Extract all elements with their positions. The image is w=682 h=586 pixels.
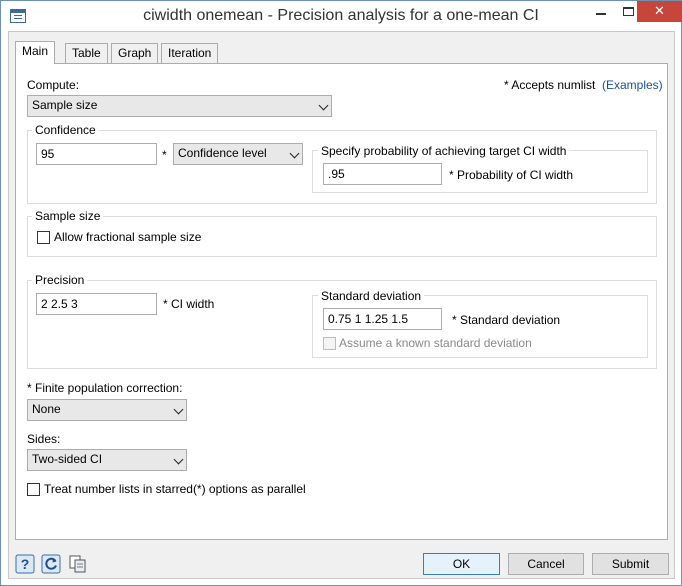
close-button[interactable]: ✕ (637, 1, 682, 22)
chevron-down-icon (173, 454, 184, 465)
tab-main[interactable]: Main (15, 41, 56, 64)
known-sd-label: Assume a known standard deviation (339, 336, 532, 350)
title-bar: ciwidth onemean - Precision analysis for… (1, 1, 682, 31)
compute-select-value: Sample size (32, 98, 98, 112)
close-icon: ✕ (654, 3, 665, 18)
window-title: ciwidth onemean - Precision analysis for… (143, 7, 539, 24)
sides-select[interactable]: Two-sided CI (27, 449, 187, 471)
submit-button[interactable]: Submit (592, 553, 669, 575)
fpc-select[interactable]: None (27, 399, 187, 421)
confidence-level-select-value: Confidence level (178, 146, 267, 160)
confidence-group-title: Confidence (32, 123, 99, 137)
minimize-icon (596, 13, 606, 15)
maximize-icon (623, 7, 634, 16)
fpc-label: * Finite population correction: (27, 381, 183, 395)
fpc-select-value: None (32, 402, 61, 416)
confidence-input[interactable]: 95 (36, 143, 157, 165)
help-icon: ? (15, 554, 35, 574)
dialog-window: ciwidth onemean - Precision analysis for… (0, 0, 682, 586)
probability-group-title: Specify probability of achieving target … (318, 144, 570, 158)
copy-icon (69, 555, 86, 573)
sides-select-value: Two-sided CI (32, 452, 103, 466)
reset-button[interactable] (41, 554, 61, 574)
parallel-label: Treat number lists in starred(*) options… (44, 482, 306, 496)
confidence-star: * (162, 148, 167, 162)
dialog-client-area: Main Table Graph Iteration Compute: Samp… (8, 31, 675, 579)
standard-deviation-input[interactable]: 0.75 1 1.25 1.5 (323, 308, 442, 330)
compute-select[interactable]: Sample size (27, 95, 332, 117)
fractional-sample-size-checkbox[interactable] (37, 231, 50, 244)
chevron-down-icon (173, 404, 184, 415)
parallel-checkbox[interactable] (27, 483, 40, 496)
tab-table[interactable]: Table (65, 43, 108, 63)
examples-link[interactable]: (Examples) (602, 78, 663, 92)
standard-deviation-group-title: Standard deviation (318, 289, 425, 303)
precision-group-title: Precision (32, 273, 88, 287)
copy-command-button[interactable] (68, 554, 88, 574)
confidence-level-select[interactable]: Confidence level (173, 143, 303, 165)
standard-deviation-label: * Standard deviation (452, 313, 561, 327)
main-tab-panel: Compute: Sample size * Accepts numlist (… (15, 63, 668, 540)
numlist-note: * Accepts numlist (504, 78, 596, 92)
known-sd-checkbox[interactable] (323, 337, 336, 350)
compute-label: Compute: (27, 78, 80, 92)
sides-label: Sides: (27, 432, 61, 446)
ci-width-label: * CI width (163, 297, 215, 311)
ci-width-input[interactable]: 2 2.5 3 (36, 293, 157, 315)
help-button[interactable]: ? (15, 554, 35, 574)
refresh-icon (41, 554, 61, 574)
tab-iteration[interactable]: Iteration (161, 43, 219, 63)
tab-graph[interactable]: Graph (111, 43, 159, 63)
svg-text:?: ? (21, 556, 30, 572)
probability-label: * Probability of CI width (449, 168, 574, 182)
ok-button[interactable]: OK (423, 553, 500, 575)
probability-input[interactable]: .95 (323, 163, 442, 185)
sample-size-group-title: Sample size (32, 209, 104, 223)
chevron-down-icon (289, 148, 300, 159)
cancel-button[interactable]: Cancel (508, 553, 584, 575)
fractional-sample-size-label: Allow fractional sample size (54, 230, 202, 244)
minimize-button[interactable] (587, 1, 615, 22)
chevron-down-icon (318, 100, 329, 111)
